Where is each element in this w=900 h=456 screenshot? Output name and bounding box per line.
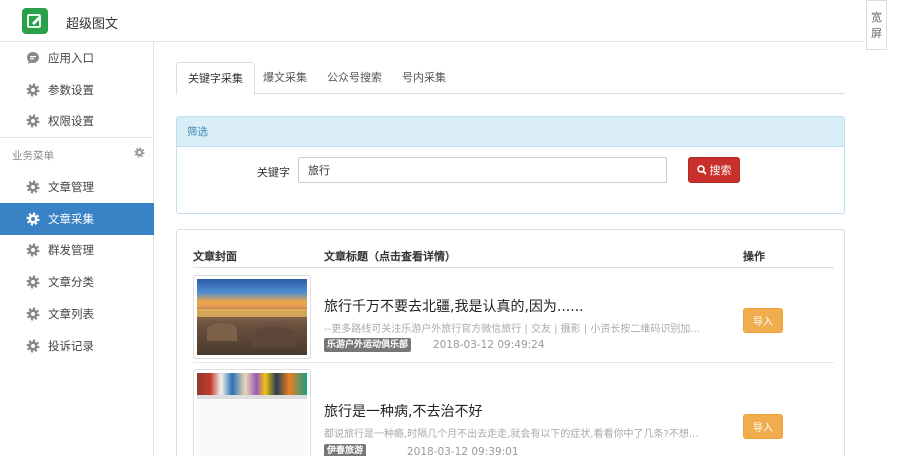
article-summary: 都说旅行是一种瘾,时隔几个月不出去走走,就会有以下的症状,看看你中了几条?不想.… <box>324 429 699 440</box>
account-badge: 乐游户外运动俱乐部 <box>324 338 412 352</box>
sidebar-item-article-category[interactable]: 文章分类 <box>0 266 154 298</box>
gear-icon <box>25 83 40 98</box>
filter-panel: 筛选 关键字 搜索 <box>176 116 845 214</box>
search-button-label: 搜索 <box>709 164 732 177</box>
sidebar-divider <box>0 137 154 138</box>
import-button[interactable]: 导入 <box>743 308 783 333</box>
widescreen-toggle-button[interactable]: 宽屏 <box>866 0 887 50</box>
gear-icon <box>25 307 40 322</box>
keyword-input[interactable] <box>298 157 667 183</box>
search-button[interactable]: 搜索 <box>688 157 740 183</box>
sidebar-item-app-entry[interactable]: 应用入口 <box>0 42 154 74</box>
gear-icon <box>25 180 40 195</box>
search-icon <box>696 165 707 175</box>
table-header-divider <box>193 267 834 268</box>
sidebar-item-label: 权限设置 <box>48 114 94 128</box>
chat-bubble-icon <box>25 51 40 66</box>
sidebar-item-mass-send[interactable]: 群发管理 <box>0 234 154 266</box>
row-divider <box>193 362 834 363</box>
tab-bar: 关键字采集 爆文采集 公众号搜索 号内采集 <box>176 62 845 95</box>
keyword-label: 关键字 <box>257 166 290 179</box>
top-bar: 超级图文 <box>0 0 865 42</box>
column-header-action: 操作 <box>743 250 765 263</box>
gear-icon <box>25 212 40 227</box>
app-logo-icon[interactable] <box>22 8 48 34</box>
app-title: 超级图文 <box>66 17 119 32</box>
sidebar-item-label: 文章采集 <box>48 212 94 226</box>
column-header-title: 文章标题（点击查看详情） <box>324 250 456 263</box>
main-content: 关键字采集 爆文采集 公众号搜索 号内采集 筛选 关键字 搜索 文章封面 文章标… <box>154 42 865 456</box>
sidebar-item-permission-settings[interactable]: 权限设置 <box>0 105 154 137</box>
sidebar-item-article-list[interactable]: 文章列表 <box>0 298 154 330</box>
table-row: 旅行是一种病,不去治不好 都说旅行是一种瘾,时隔几个月不出去走走,就会有以下的症… <box>193 369 834 456</box>
filter-heading: 筛选 <box>177 117 844 147</box>
gear-icon[interactable] <box>134 147 146 159</box>
column-header-cover: 文章封面 <box>193 250 237 263</box>
tab-account-search[interactable]: 公众号搜索 <box>316 62 393 94</box>
gear-icon <box>25 114 40 129</box>
publish-time: 2018-03-12 09:49:24 <box>433 339 545 351</box>
sidebar-item-article-collection[interactable]: 文章采集 <box>0 203 154 235</box>
tab-in-account-collection[interactable]: 号内采集 <box>391 62 457 94</box>
sidebar: 应用入口 参数设置 权限设置 业务菜单 文章管理 文章采集 群发管理 文章分类 … <box>0 42 154 456</box>
sidebar-item-complaint-records[interactable]: 投诉记录 <box>0 330 154 362</box>
sidebar-item-label: 群发管理 <box>48 243 94 257</box>
article-title-link[interactable]: 旅行是一种病,不去治不好 <box>324 401 482 421</box>
sidebar-item-label: 文章列表 <box>48 307 94 321</box>
article-title-link[interactable]: 旅行千万不要去北疆,我是认真的,因为...... <box>324 296 584 316</box>
table-row: 旅行千万不要去北疆,我是认真的,因为...... --更多路线可关注乐游户外旅行… <box>193 275 834 365</box>
sidebar-item-label: 文章分类 <box>48 275 94 289</box>
sidebar-item-label: 应用入口 <box>48 51 94 65</box>
import-button[interactable]: 导入 <box>743 414 783 439</box>
sidebar-item-article-management[interactable]: 文章管理 <box>0 171 154 203</box>
sidebar-item-label: 投诉记录 <box>48 339 94 353</box>
article-summary: --更多路线可关注乐游户外旅行官方微信旅行 | 交友 | 摄影 | 小资长按二维… <box>324 324 700 335</box>
account-badge: 伊春旅游 <box>324 444 367 456</box>
tab-keyword-collection[interactable]: 关键字采集 <box>176 62 255 95</box>
article-cover-image[interactable] <box>193 369 311 456</box>
article-cover-image[interactable] <box>193 275 311 359</box>
tab-viral-collection[interactable]: 爆文采集 <box>252 62 318 94</box>
gear-icon <box>25 275 40 290</box>
results-table: 文章封面 文章标题（点击查看详情） 操作 旅行千万不要去北疆,我是认真的,因为.… <box>176 229 845 456</box>
publish-time: 2018-03-12 09:39:01 <box>407 446 519 456</box>
gear-icon <box>25 339 40 354</box>
sidebar-item-label: 文章管理 <box>48 180 94 194</box>
sidebar-section-title: 业务菜单 <box>12 150 54 162</box>
gear-icon <box>25 243 40 258</box>
sidebar-item-param-settings[interactable]: 参数设置 <box>0 74 154 106</box>
sidebar-item-label: 参数设置 <box>48 83 94 97</box>
